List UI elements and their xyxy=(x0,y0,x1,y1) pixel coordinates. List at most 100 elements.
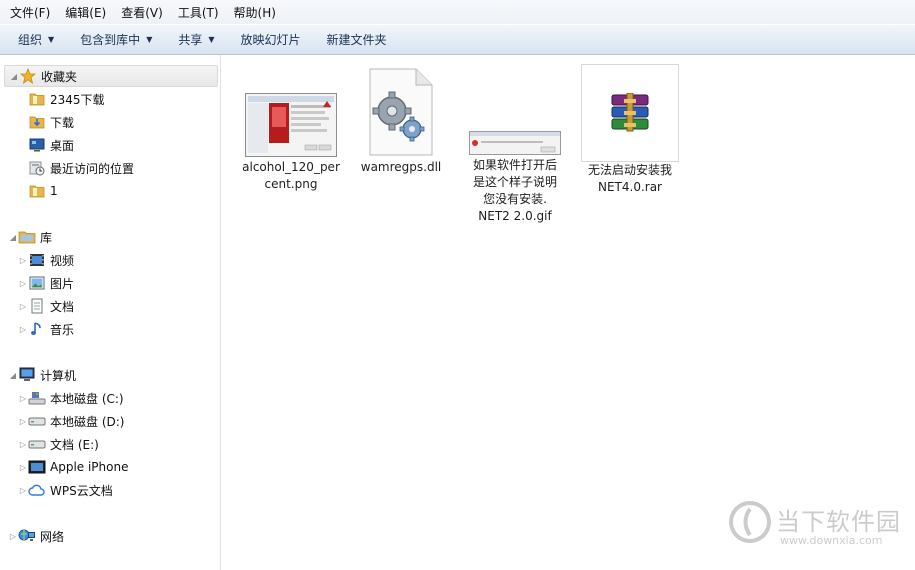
include-in-library-button[interactable]: 包含到库中 ▼ xyxy=(72,28,160,52)
nav-item-documents[interactable]: ▷ 文档 xyxy=(0,295,239,317)
nav-computer-label: 计算机 xyxy=(40,368,77,383)
menu-tools[interactable]: 工具(T) xyxy=(173,4,224,21)
nav-item-label: 2345下载 xyxy=(50,92,105,107)
expand-arrow-icon[interactable]: ▷ xyxy=(18,302,28,311)
organize-label: 组织 xyxy=(18,33,43,47)
star-icon xyxy=(19,68,37,84)
collapse-arrow-icon[interactable]: ◢ xyxy=(8,371,18,380)
system-drive-icon xyxy=(28,390,46,406)
menu-file[interactable]: 文件(F) xyxy=(5,4,55,21)
nav-network[interactable]: ▷ 网络 xyxy=(0,525,229,547)
nav-item-label: 本地磁盘 (D:) xyxy=(50,414,125,429)
expand-arrow-icon[interactable]: ▷ xyxy=(18,463,28,472)
downloads-folder-icon xyxy=(28,114,46,130)
nav-item-label: Apple iPhone xyxy=(50,460,129,474)
nav-item-label: WPS云文档 xyxy=(50,483,113,498)
winrar-archive-icon xyxy=(581,64,679,162)
nav-item-label: 视频 xyxy=(50,253,75,268)
nav-favorites[interactable]: ◢ 收藏夹 xyxy=(4,65,218,87)
file-name-label: 如果软件打开后 是这个样子说明 您没有安装. NET2 2.0.gif xyxy=(472,158,557,223)
dll-gear-icon xyxy=(366,67,436,157)
chevron-down-icon: ▼ xyxy=(48,35,55,44)
expand-arrow-icon[interactable]: ▷ xyxy=(18,440,28,449)
watermark-url: www.downxia.com xyxy=(780,534,883,547)
nav-item-2345-download[interactable]: 2345下载 xyxy=(0,88,249,110)
collapse-arrow-icon[interactable]: ◢ xyxy=(9,72,19,81)
nav-item-drive-e[interactable]: ▷ 文档 (E:) xyxy=(0,433,239,455)
file-name-label: wamregps.dll xyxy=(360,160,442,174)
nav-item-label: 文档 (E:) xyxy=(50,437,99,452)
hard-drive-icon xyxy=(28,436,46,452)
menu-help[interactable]: 帮助(H) xyxy=(229,4,281,21)
hard-drive-icon xyxy=(28,413,46,429)
folder-icon xyxy=(28,183,46,199)
command-bar: 组织 ▼ 包含到库中 ▼ 共享 ▼ 放映幻灯片 新建文件夹 xyxy=(0,24,915,55)
expand-arrow-icon[interactable]: ▷ xyxy=(18,394,28,403)
expand-arrow-icon[interactable]: ▷ xyxy=(18,256,28,265)
desktop-icon xyxy=(28,137,46,153)
nav-item-drive-c[interactable]: ▷ 本地磁盘 (C:) xyxy=(0,387,239,409)
file-item[interactable]: 无法启动安装我 NET4.0.rar xyxy=(575,64,685,196)
documents-library-icon xyxy=(28,298,46,314)
navigation-pane: ◢ 收藏夹 2345下载 下载 桌面 最近访问的位置 1 ◢ 库 ▷ 视频 ▷ … xyxy=(0,55,221,570)
phone-device-icon xyxy=(28,459,46,475)
nav-favorites-label: 收藏夹 xyxy=(41,69,78,84)
nav-item-desktop[interactable]: 桌面 xyxy=(0,134,249,156)
include-library-label: 包含到库中 xyxy=(80,33,141,47)
file-item[interactable]: wamregps.dll xyxy=(346,67,456,176)
nav-item-label: 1 xyxy=(50,184,58,198)
menu-view[interactable]: 查看(V) xyxy=(116,4,168,21)
file-name-label: alcohol_120_per cent.png xyxy=(242,160,340,191)
menu-bar: 文件(F) 编辑(E) 查看(V) 工具(T) 帮助(H) xyxy=(0,0,915,24)
watermark-brand: 当下软件园 xyxy=(776,508,901,536)
nav-item-videos[interactable]: ▷ 视频 xyxy=(0,249,239,271)
slideshow-button[interactable]: 放映幻灯片 xyxy=(233,28,309,52)
expand-arrow-icon[interactable]: ▷ xyxy=(18,325,28,334)
nav-libraries[interactable]: ◢ 库 xyxy=(0,226,229,248)
nav-item-label: 本地磁盘 (C:) xyxy=(50,391,124,406)
nav-item-label: 文档 xyxy=(50,299,75,314)
gif-thumbnail-icon xyxy=(469,131,561,155)
nav-item-folder-1[interactable]: 1 xyxy=(0,180,249,202)
recent-places-icon xyxy=(28,160,46,176)
watermark-logo-icon xyxy=(729,501,771,543)
nav-item-downloads[interactable]: 下载 xyxy=(0,111,249,133)
file-list-view: alcohol_120_per cent.png wamregps.dll 如果… xyxy=(222,55,915,570)
nav-item-label: 最近访问的位置 xyxy=(50,161,135,176)
file-item[interactable]: alcohol_120_per cent.png xyxy=(236,93,346,193)
nav-item-music[interactable]: ▷ 音乐 xyxy=(0,318,239,340)
nav-item-label: 下载 xyxy=(50,115,75,130)
nav-item-wps-cloud[interactable]: ▷ WPS云文档 xyxy=(0,479,239,501)
file-item[interactable]: 如果软件打开后 是这个样子说明 您没有安装. NET2 2.0.gif xyxy=(460,131,570,225)
slideshow-label: 放映幻灯片 xyxy=(240,33,301,47)
image-thumbnail-icon xyxy=(245,93,337,157)
watermark: 当下软件园 www.downxia.com xyxy=(728,498,908,558)
chevron-down-icon: ▼ xyxy=(146,35,153,44)
nav-item-drive-d[interactable]: ▷ 本地磁盘 (D:) xyxy=(0,410,239,432)
expand-arrow-icon[interactable]: ▷ xyxy=(8,532,18,541)
pictures-library-icon xyxy=(28,275,46,291)
file-name-label: 无法启动安装我 NET4.0.rar xyxy=(587,163,672,194)
new-folder-button[interactable]: 新建文件夹 xyxy=(319,28,395,52)
menu-edit[interactable]: 编辑(E) xyxy=(60,4,111,21)
new-folder-label: 新建文件夹 xyxy=(326,33,387,47)
nav-item-apple-iphone[interactable]: ▷ Apple iPhone xyxy=(0,456,239,478)
nav-item-recent-places[interactable]: 最近访问的位置 xyxy=(0,157,249,179)
expand-arrow-icon[interactable]: ▷ xyxy=(18,486,28,495)
libraries-icon xyxy=(18,229,36,245)
nav-computer[interactable]: ◢ 计算机 xyxy=(0,364,229,386)
nav-item-label: 桌面 xyxy=(50,138,75,153)
cloud-icon xyxy=(28,482,46,498)
network-icon xyxy=(18,528,36,544)
organize-button[interactable]: 组织 ▼ xyxy=(10,28,62,52)
collapse-arrow-icon[interactable]: ◢ xyxy=(8,233,18,242)
nav-item-pictures[interactable]: ▷ 图片 xyxy=(0,272,239,294)
computer-icon xyxy=(18,367,36,383)
nav-item-label: 图片 xyxy=(50,276,75,291)
chevron-down-icon: ▼ xyxy=(208,35,215,44)
share-label: 共享 xyxy=(178,33,203,47)
nav-item-label: 音乐 xyxy=(50,322,75,337)
expand-arrow-icon[interactable]: ▷ xyxy=(18,279,28,288)
expand-arrow-icon[interactable]: ▷ xyxy=(18,417,28,426)
share-button[interactable]: 共享 ▼ xyxy=(170,28,222,52)
